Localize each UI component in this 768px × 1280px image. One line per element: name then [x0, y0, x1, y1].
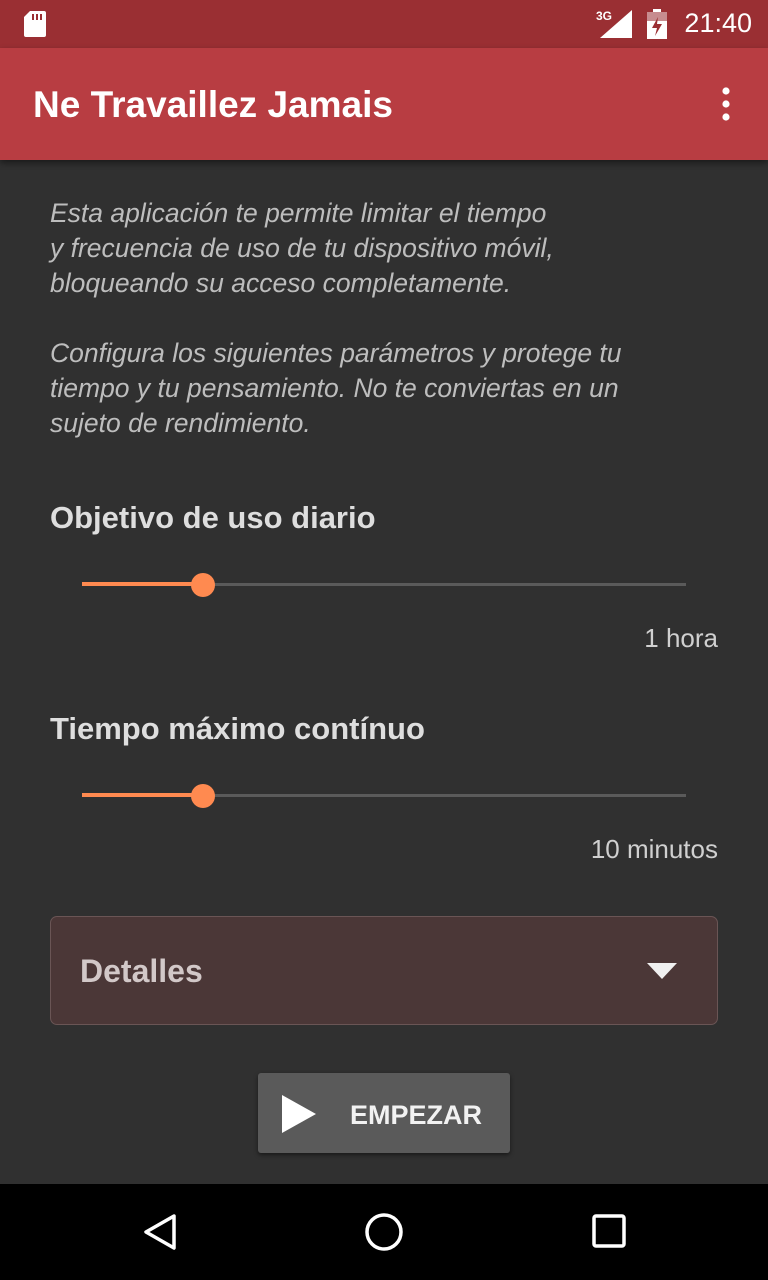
triangle-down-icon	[647, 963, 677, 979]
recents-button[interactable]	[590, 1212, 630, 1252]
max-continuous-title: Tiempo máximo contínuo	[50, 711, 425, 746]
status-bar: 3G 21:40	[0, 0, 768, 48]
start-button-label: EMPEZAR	[350, 1100, 483, 1130]
battery-icon	[647, 9, 667, 39]
slider-fill	[82, 793, 203, 797]
details-label: Detalles	[80, 953, 203, 989]
home-button[interactable]	[364, 1212, 404, 1252]
details-dropdown[interactable]: Detalles	[50, 916, 718, 1025]
overflow-menu-button[interactable]	[712, 86, 740, 122]
max-continuous-slider[interactable]	[82, 781, 686, 811]
slider-thumb[interactable]	[190, 784, 215, 808]
intro-text: Esta aplicación te permite limitar el ti…	[50, 198, 622, 438]
recents-icon	[592, 1214, 626, 1248]
daily-goal-title: Objetivo de uso diario	[50, 500, 376, 535]
max-continuous-value: 10 minutos	[590, 834, 718, 864]
slider-thumb[interactable]	[190, 573, 215, 597]
daily-goal-value: 1 hora	[644, 623, 718, 653]
slider-fill	[82, 582, 203, 586]
back-button[interactable]	[140, 1212, 180, 1252]
more-vert-icon	[722, 87, 730, 121]
clock: 21:40	[684, 8, 752, 38]
start-button[interactable]: EMPEZAR	[258, 1073, 510, 1153]
home-icon	[365, 1213, 403, 1251]
play-icon	[282, 1095, 316, 1133]
sd-card-icon	[24, 11, 46, 37]
daily-goal-slider[interactable]	[82, 570, 686, 600]
signal-icon	[600, 10, 632, 38]
back-icon	[144, 1214, 176, 1250]
app-title: Ne Travaillez Jamais	[33, 84, 393, 125]
navigation-bar	[0, 1184, 768, 1280]
main-content: Esta aplicación te permite limitar el ti…	[0, 160, 768, 1184]
app-bar: Ne Travaillez Jamais	[0, 48, 768, 160]
